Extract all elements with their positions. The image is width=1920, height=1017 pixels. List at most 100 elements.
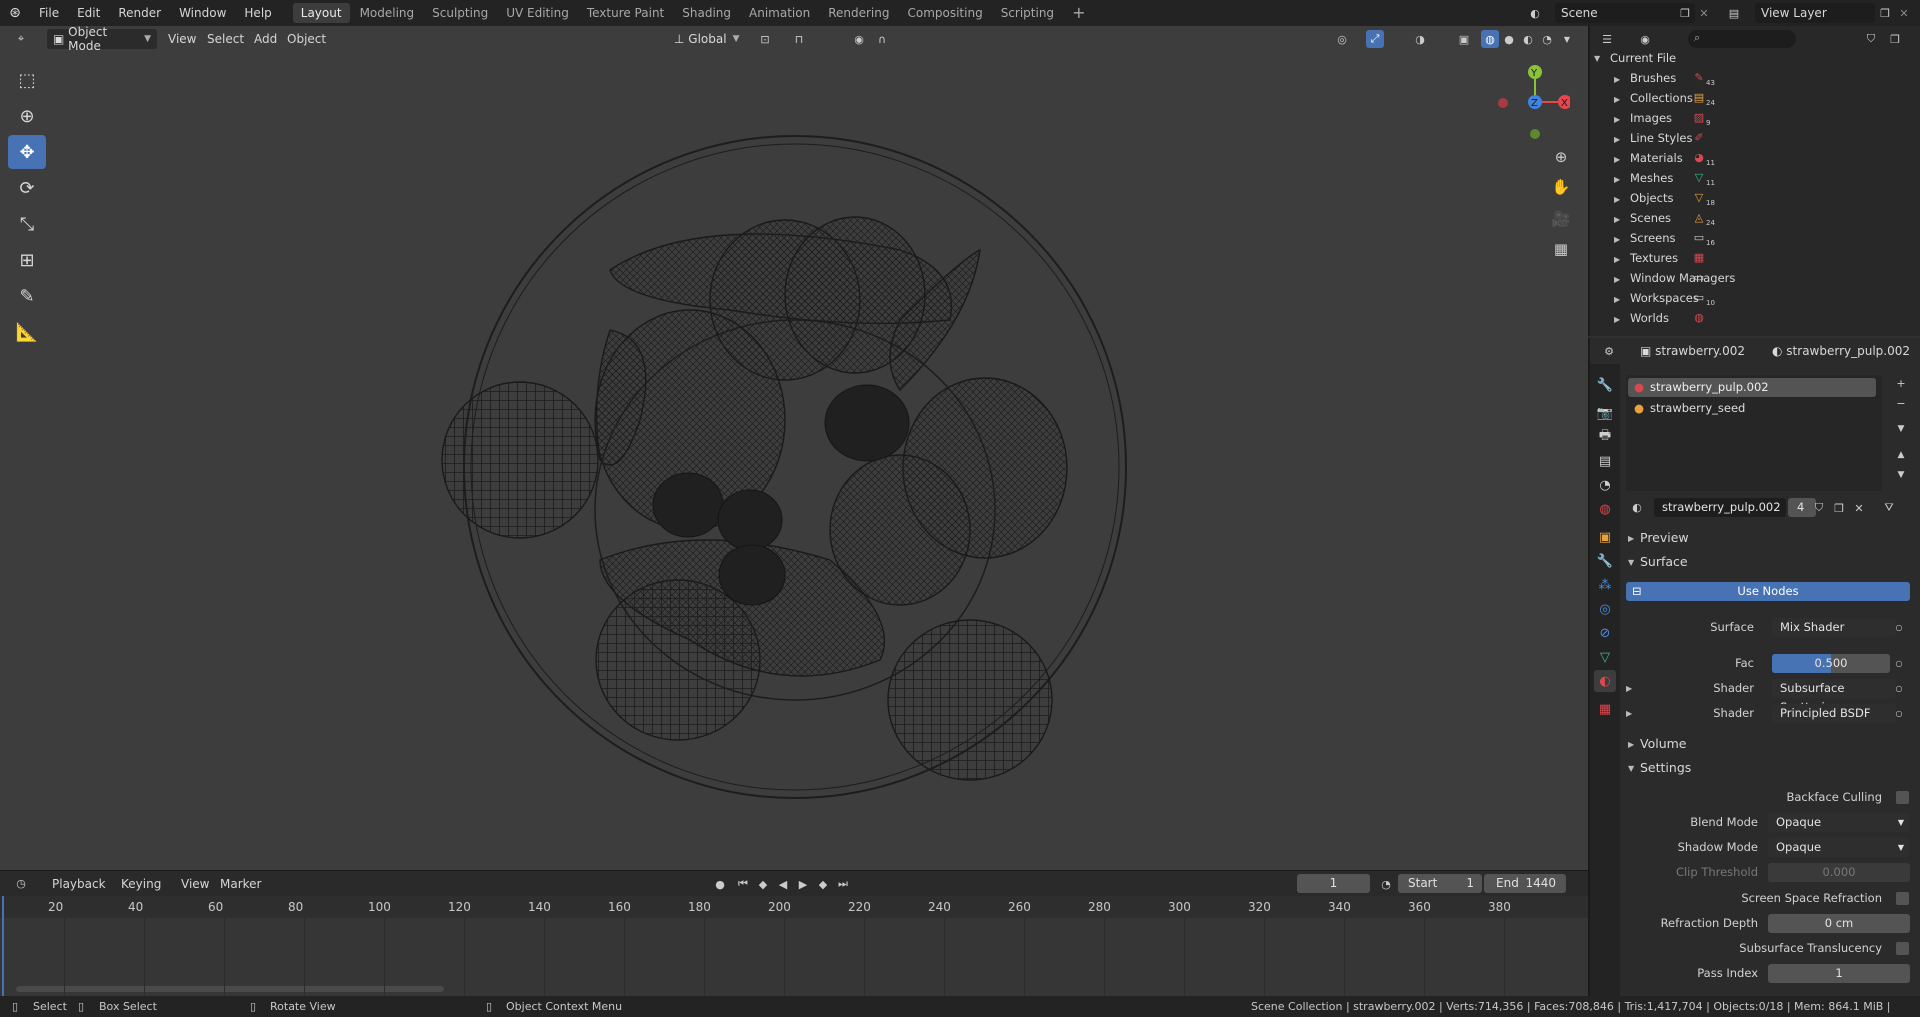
expand-worlds-icon[interactable]: ▶ bbox=[1614, 315, 1620, 324]
wireframe-shading-icon[interactable]: ◍ bbox=[1481, 30, 1499, 48]
duplicate-material-icon[interactable]: ❐ bbox=[1830, 499, 1848, 517]
cursor-tool-icon[interactable]: ⊕ bbox=[8, 99, 46, 133]
section-preview[interactable]: Preview bbox=[1640, 528, 1689, 548]
menu-file[interactable]: File bbox=[30, 0, 68, 26]
editor-type-icon[interactable]: ⌖ bbox=[12, 30, 30, 48]
fake-user-shield-icon[interactable]: ⛉ bbox=[1810, 499, 1828, 517]
material-slot-1[interactable]: ● strawberry_seed bbox=[1628, 399, 1876, 418]
use-nodes-button[interactable]: ⊟ Use Nodes bbox=[1626, 582, 1910, 601]
tab-animation[interactable]: Animation bbox=[741, 3, 818, 23]
refraction-depth-field[interactable]: 0 cm bbox=[1768, 914, 1910, 933]
tab-shading[interactable]: Shading bbox=[674, 3, 739, 23]
material-shading-icon[interactable]: ◐ bbox=[1519, 30, 1537, 48]
timeline-menu-view[interactable]: View bbox=[181, 874, 209, 894]
outliner-item-window-managers[interactable]: Window Managers bbox=[1630, 268, 1735, 288]
transform-tool-icon[interactable]: ⊞ bbox=[8, 243, 46, 277]
shadow-mode-dropdown[interactable]: Opaque ▼ bbox=[1768, 838, 1910, 857]
surface-socket-icon[interactable]: ○ bbox=[1890, 618, 1908, 636]
remove-slot-icon[interactable]: − bbox=[1892, 394, 1910, 412]
menu-edit[interactable]: Edit bbox=[68, 0, 109, 26]
outliner-item-objects[interactable]: Objects bbox=[1630, 188, 1673, 208]
outliner-item-screens[interactable]: Screens bbox=[1630, 228, 1676, 248]
expand-scenes-icon[interactable]: ▶ bbox=[1614, 215, 1620, 224]
collapse-surface-icon[interactable]: ▼ bbox=[1628, 558, 1634, 567]
add-workspace-icon[interactable]: + bbox=[1064, 3, 1093, 23]
filter-icon[interactable]: ⛉ bbox=[1862, 30, 1880, 48]
outliner-editor-icon[interactable]: ☰ bbox=[1598, 30, 1616, 48]
expand-meshes-icon[interactable]: ▶ bbox=[1614, 175, 1620, 184]
pass-index-field[interactable]: 1 bbox=[1768, 964, 1910, 983]
texture-tab-icon[interactable]: ▦ bbox=[1594, 698, 1616, 720]
perspective-grid-icon[interactable]: ▦ bbox=[1547, 235, 1575, 263]
add-slot-icon[interactable]: + bbox=[1892, 374, 1910, 392]
delete-scene-icon[interactable]: ✕ bbox=[1695, 4, 1713, 22]
modifier-tab-icon[interactable]: 🔧 bbox=[1594, 550, 1616, 572]
view-layer-tab-icon[interactable]: ▤ bbox=[1594, 450, 1616, 472]
move-slot-up-icon[interactable]: ▲ bbox=[1892, 446, 1910, 464]
delete-view-layer-icon[interactable]: ✕ bbox=[1895, 4, 1913, 22]
measure-tool-icon[interactable]: 📐 bbox=[8, 315, 46, 349]
timeline-editor-icon[interactable]: ◷ bbox=[12, 874, 30, 892]
tab-rendering[interactable]: Rendering bbox=[820, 3, 897, 23]
outliner-item-collections[interactable]: Collections bbox=[1630, 88, 1693, 108]
timeline-menu-keying[interactable]: Keying bbox=[121, 874, 161, 894]
link-options-icon[interactable]: ⛛ bbox=[1880, 499, 1898, 517]
properties-editor-icon[interactable]: ⚙ bbox=[1600, 342, 1618, 360]
jump-start-icon[interactable]: ⏮ bbox=[734, 875, 752, 893]
xray-icon[interactable]: ▣ bbox=[1455, 30, 1473, 48]
tab-compositing[interactable]: Compositing bbox=[899, 3, 990, 23]
falloff-icon[interactable]: ∩ bbox=[873, 30, 891, 48]
material-slot-0[interactable]: ● strawberry_pulp.002 bbox=[1628, 378, 1876, 397]
expand-window-managers-icon[interactable]: ▶ bbox=[1614, 275, 1620, 284]
pan-hand-icon[interactable]: ✋ bbox=[1547, 173, 1575, 201]
rendered-shading-icon[interactable]: ◔ bbox=[1538, 30, 1556, 48]
menu-help[interactable]: Help bbox=[235, 0, 280, 26]
pivot-point-icon[interactable]: ⊡ bbox=[756, 30, 774, 48]
shader2-socket-icon[interactable]: ○ bbox=[1890, 704, 1908, 722]
new-collection-icon[interactable]: ❐ bbox=[1886, 30, 1904, 48]
viewport-menu-add[interactable]: Add bbox=[254, 29, 277, 49]
current-frame-field[interactable]: 1 bbox=[1297, 874, 1370, 893]
outliner-item-scenes[interactable]: Scenes bbox=[1630, 208, 1671, 228]
rotate-tool-icon[interactable]: ⟳ bbox=[8, 171, 46, 205]
timeline-scrollbar[interactable] bbox=[16, 986, 444, 992]
material-name-field[interactable]: strawberry_pulp.002 bbox=[1654, 498, 1786, 517]
slot-specials-chevron-icon[interactable]: ▼ bbox=[1892, 420, 1910, 438]
ssr-checkbox[interactable] bbox=[1896, 892, 1909, 905]
record-icon[interactable]: ● bbox=[711, 875, 729, 893]
scene-field[interactable]: Scene bbox=[1555, 3, 1695, 23]
object-tab-icon[interactable]: ▣ bbox=[1594, 526, 1616, 548]
world-tab-icon[interactable]: ◍ bbox=[1594, 498, 1616, 520]
expand-shader2-icon[interactable]: ▶ bbox=[1626, 709, 1632, 718]
mode-dropdown[interactable]: ▣ Object Mode ▼ bbox=[47, 25, 157, 53]
material-tab-icon[interactable]: ◐ bbox=[1594, 670, 1616, 692]
material-browse-icon[interactable]: ◐ bbox=[1628, 498, 1646, 516]
outliner-item-materials[interactable]: Materials bbox=[1630, 148, 1683, 168]
proportional-editing-icon[interactable]: ◉ bbox=[850, 30, 868, 48]
jump-end-icon[interactable]: ⏭ bbox=[834, 875, 852, 893]
subsurface-translucency-checkbox[interactable] bbox=[1896, 942, 1909, 955]
output-tab-icon[interactable]: 🖶 bbox=[1594, 426, 1616, 448]
surface-shader-dropdown[interactable]: Mix Shader bbox=[1772, 618, 1896, 637]
backface-culling-checkbox[interactable] bbox=[1896, 791, 1909, 804]
viewport-menu-select[interactable]: Select bbox=[207, 29, 244, 49]
3d-viewport[interactable] bbox=[0, 26, 1588, 870]
expand-objects-icon[interactable]: ▶ bbox=[1614, 195, 1620, 204]
expand-screens-icon[interactable]: ▶ bbox=[1614, 235, 1620, 244]
unlink-material-icon[interactable]: ✕ bbox=[1850, 499, 1868, 517]
tab-scripting[interactable]: Scripting bbox=[993, 3, 1062, 23]
outliner-current-file[interactable]: Current File bbox=[1610, 48, 1676, 68]
view-layer-browse-icon[interactable]: ▤ bbox=[1725, 4, 1743, 22]
tab-modeling[interactable]: Modeling bbox=[352, 3, 423, 23]
prev-keyframe-icon[interactable]: ◆ bbox=[754, 875, 772, 893]
scale-tool-icon[interactable]: ⤡ bbox=[8, 207, 46, 241]
camera-view-icon[interactable]: 🎥 bbox=[1547, 205, 1575, 233]
tool-tab-icon[interactable]: 🔧 bbox=[1594, 374, 1616, 396]
zoom-icon[interactable]: ⊕ bbox=[1547, 143, 1575, 171]
expand-volume-icon[interactable]: ▶ bbox=[1628, 740, 1634, 749]
outliner-item-workspaces[interactable]: Workspaces bbox=[1630, 288, 1699, 308]
navigation-gizmo[interactable]: Y X Z bbox=[1490, 60, 1570, 150]
tab-sculpting[interactable]: Sculpting bbox=[424, 3, 496, 23]
select-box-tool-icon[interactable]: ⬚ bbox=[8, 63, 46, 97]
snap-icon[interactable]: ⊓ bbox=[790, 30, 808, 48]
